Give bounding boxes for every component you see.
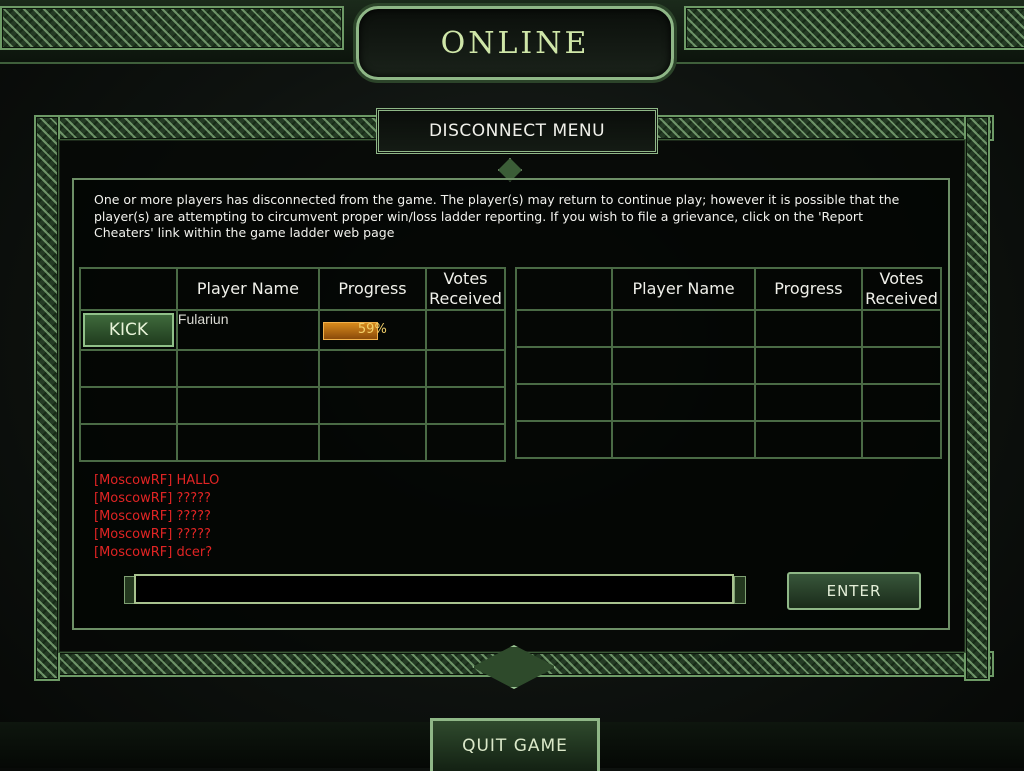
progress-bar: 59% — [322, 322, 422, 340]
chat-message: [MoscowRF] ????? — [94, 527, 211, 542]
header-votes: Votes Received — [425, 267, 506, 311]
right-banner-ornament — [684, 6, 1024, 50]
table-row — [514, 346, 942, 385]
chat-input[interactable] — [134, 574, 734, 604]
disconnect-notice: One or more players has disconnected fro… — [94, 192, 900, 240]
table-row — [514, 383, 942, 422]
title-plaque: ONLINE — [356, 6, 674, 80]
screen-title: ONLINE — [440, 25, 590, 61]
header-votes: Votes Received — [861, 267, 942, 311]
player-name: Fulariun — [175, 309, 320, 351]
table-row — [514, 420, 942, 459]
header-empty — [514, 267, 614, 311]
table-row — [79, 349, 506, 388]
table-row: KICK Fulariun 59% — [79, 309, 506, 351]
progress-text: 59% — [357, 322, 387, 337]
table-header-row: Player Name Progress Votes Received — [79, 267, 506, 311]
table-header-row: Player Name Progress Votes Received — [514, 267, 942, 311]
chat-input-cap-right — [734, 576, 746, 604]
player-table-left: Player Name Progress Votes Received KICK… — [79, 267, 506, 462]
header-empty — [79, 267, 178, 311]
header-player-name: Player Name — [175, 267, 320, 311]
header-progress: Progress — [317, 267, 428, 311]
chat-message: [MoscowRF] HALLO — [94, 473, 220, 488]
progress-cell: 59% — [317, 309, 428, 351]
left-banner-ornament — [0, 6, 344, 50]
frame-border-right — [964, 115, 990, 681]
table-row — [514, 309, 942, 348]
header-player-name: Player Name — [611, 267, 756, 311]
chat-message: [MoscowRF] ????? — [94, 509, 211, 524]
quit-game-button[interactable]: QUIT GAME — [430, 718, 600, 771]
player-table-right: Player Name Progress Votes Received — [514, 267, 942, 459]
dialog-title: DISCONNECT MENU — [376, 108, 658, 154]
kick-button[interactable]: KICK — [83, 313, 174, 347]
table-row — [79, 386, 506, 425]
frame-border-left — [34, 115, 60, 681]
chat-message: [MoscowRF] dcer? — [94, 545, 213, 560]
header-progress: Progress — [753, 267, 864, 311]
table-row — [79, 423, 506, 462]
kick-cell: KICK — [79, 309, 178, 351]
votes-cell — [425, 309, 506, 351]
chat-log: [MoscowRF] HALLO [MoscowRF] ????? [Mosco… — [94, 472, 219, 562]
chat-message: [MoscowRF] ????? — [94, 491, 211, 506]
enter-button[interactable]: ENTER — [787, 572, 921, 610]
